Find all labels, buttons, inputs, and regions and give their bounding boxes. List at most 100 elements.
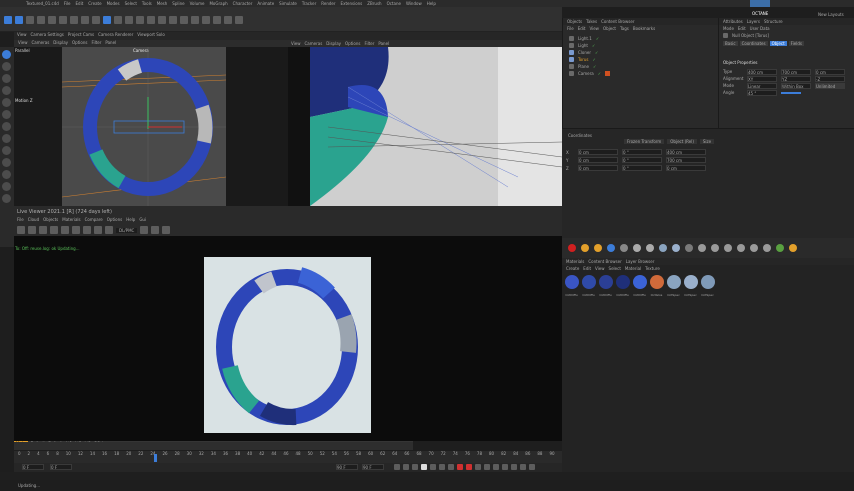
vp2-menu-cameras[interactable]: Cameras xyxy=(305,41,323,46)
rotation-field[interactable]: 0 ° xyxy=(622,165,662,171)
octane-glossy-icon[interactable] xyxy=(659,244,667,252)
lv-restart-icon[interactable] xyxy=(39,226,47,234)
prop-value[interactable]: XY xyxy=(747,75,777,82)
material-swatch[interactable]: OctDiffu xyxy=(581,274,596,298)
vp-menu-filter[interactable]: Filter xyxy=(91,40,101,45)
subdivision-icon[interactable] xyxy=(169,16,177,24)
coordinate-system-icon[interactable] xyxy=(103,16,111,24)
lv-region-icon[interactable] xyxy=(94,226,102,234)
obj-menu-edit[interactable]: Edit xyxy=(578,26,586,31)
render-preview[interactable] xyxy=(204,257,371,433)
octane-layered-icon[interactable] xyxy=(737,244,745,252)
floor-icon[interactable] xyxy=(202,16,210,24)
obj-menu-tags[interactable]: Tags xyxy=(620,26,629,31)
go-to-start-icon[interactable] xyxy=(394,464,400,470)
solo-icon[interactable] xyxy=(2,158,11,167)
octane-composite-icon[interactable] xyxy=(750,244,758,252)
rotation-field[interactable]: 0 ° xyxy=(622,157,662,163)
end-frame-field[interactable]: 90 F xyxy=(336,464,358,470)
menu-item-file[interactable]: File xyxy=(64,1,71,6)
axis-mode-icon[interactable] xyxy=(2,110,11,119)
menu-item-help[interactable]: Help xyxy=(427,1,436,6)
vp-menu-options[interactable]: Options xyxy=(72,40,87,45)
enabled-check-icon[interactable]: ✓ xyxy=(598,71,601,76)
transform-icon[interactable] xyxy=(59,16,67,24)
object-row-torus[interactable]: Torus ✓ xyxy=(569,56,718,63)
vp2-menu-display[interactable]: Display xyxy=(326,41,341,46)
lv-menu-file[interactable]: File xyxy=(17,217,24,222)
keyframe-selection-icon[interactable] xyxy=(475,464,481,470)
vp2-menu-view[interactable]: View xyxy=(291,41,301,46)
polygons-mode-icon[interactable] xyxy=(2,86,11,95)
points-mode-icon[interactable] xyxy=(2,62,11,71)
lv-menu-objects[interactable]: Objects xyxy=(43,217,58,222)
menu-item-zbrush[interactable]: ZBrush xyxy=(367,1,381,6)
prop-value[interactable]: YZ xyxy=(781,75,811,82)
timeline-playhead[interactable] xyxy=(154,454,157,462)
angle-slider[interactable] xyxy=(781,91,801,94)
lv-zoom-icon[interactable] xyxy=(140,226,149,234)
frozen-transform-button[interactable]: Frozen Transform xyxy=(624,139,665,144)
subtab-object[interactable]: Object xyxy=(769,40,787,46)
octane-icon[interactable] xyxy=(235,16,243,24)
enabled-check-icon[interactable]: ✓ xyxy=(593,64,596,69)
prop-value[interactable]: 45 ° xyxy=(747,89,777,96)
parameter-key-icon[interactable] xyxy=(511,464,517,470)
deformer-icon[interactable] xyxy=(191,16,199,24)
lv-send-icon[interactable] xyxy=(28,226,36,234)
vp-menu-panel[interactable]: Panel xyxy=(105,40,116,45)
object-row-light[interactable]: Light ✓ xyxy=(569,42,718,49)
octane-scatter-icon[interactable] xyxy=(776,244,784,252)
lv-fit-icon[interactable] xyxy=(151,226,160,234)
vp2-menu-options[interactable]: Options xyxy=(345,41,360,46)
edges-mode-icon[interactable] xyxy=(2,74,11,83)
material-swatch[interactable]: OctDiffu xyxy=(564,274,579,298)
lv-pick-icon[interactable] xyxy=(83,226,91,234)
material-swatch[interactable]: OctSpec xyxy=(683,274,698,298)
cube-icon[interactable] xyxy=(147,16,155,24)
timeline-icon[interactable] xyxy=(529,464,535,470)
layout-tab-octane[interactable]: OCTANE xyxy=(750,0,770,16)
sculpt-mode-icon[interactable] xyxy=(2,194,11,203)
enabled-check-icon[interactable]: ✓ xyxy=(596,36,599,41)
lv-menu-cloud[interactable]: Cloud xyxy=(28,217,39,222)
ortho-view[interactable]: Camera xyxy=(62,47,226,206)
lv-menu-options[interactable]: Options xyxy=(107,217,122,222)
tab-attributes[interactable]: Attributes xyxy=(723,19,743,24)
go-to-end-icon[interactable] xyxy=(448,464,454,470)
snap-icon[interactable] xyxy=(2,122,11,131)
menu-item-render[interactable]: Render xyxy=(321,1,335,6)
menu-item-mesh[interactable]: Mesh xyxy=(157,1,168,6)
mat-menu-select[interactable]: Select xyxy=(609,266,621,271)
prop-value[interactable]: Linear xyxy=(747,82,777,89)
material-swatch[interactable]: OctSpec xyxy=(700,274,715,298)
menu-item-tracker[interactable]: Tracker xyxy=(302,1,316,6)
obj-menu-view[interactable]: View xyxy=(589,26,599,31)
material-swatch[interactable]: OctGlos xyxy=(649,274,664,298)
lv-menu-help[interactable]: Help xyxy=(126,217,135,222)
render-settings-icon[interactable] xyxy=(136,16,144,24)
prop-value[interactable]: Unlimited xyxy=(815,82,845,89)
octane-shadow-icon[interactable] xyxy=(724,244,732,252)
lv-menu-compare[interactable]: Compare xyxy=(85,217,103,222)
record-icon[interactable] xyxy=(457,464,463,470)
end-frame-field-2[interactable]: 90 F xyxy=(362,464,384,470)
play-icon[interactable] xyxy=(421,464,427,470)
tab-camera-renderer[interactable]: Camera Renderer xyxy=(98,32,133,37)
octane-mix-icon[interactable] xyxy=(685,244,693,252)
render-view-icon[interactable] xyxy=(114,16,122,24)
vp-menu-cameras[interactable]: Cameras xyxy=(32,40,50,45)
position-field[interactable]: 0 cm xyxy=(578,149,618,155)
obj-menu-object[interactable]: Object xyxy=(603,26,616,31)
material-swatch[interactable]: OctDiffu xyxy=(632,274,647,298)
lv-pause-icon[interactable] xyxy=(50,226,58,234)
vp-menu-view[interactable]: View xyxy=(18,40,28,45)
size-field[interactable]: 700 cm xyxy=(666,157,706,163)
prop-value[interactable]: 0 cm xyxy=(815,68,845,75)
octane-volume-icon[interactable] xyxy=(763,244,771,252)
mat-menu-material[interactable]: Material xyxy=(625,266,641,271)
tab-project-cams[interactable]: Project Cams xyxy=(68,32,94,37)
menu-item-animate[interactable]: Animate xyxy=(257,1,274,6)
attr-menu-mode[interactable]: Mode xyxy=(723,26,734,31)
prop-value[interactable]: -Z xyxy=(815,75,845,82)
